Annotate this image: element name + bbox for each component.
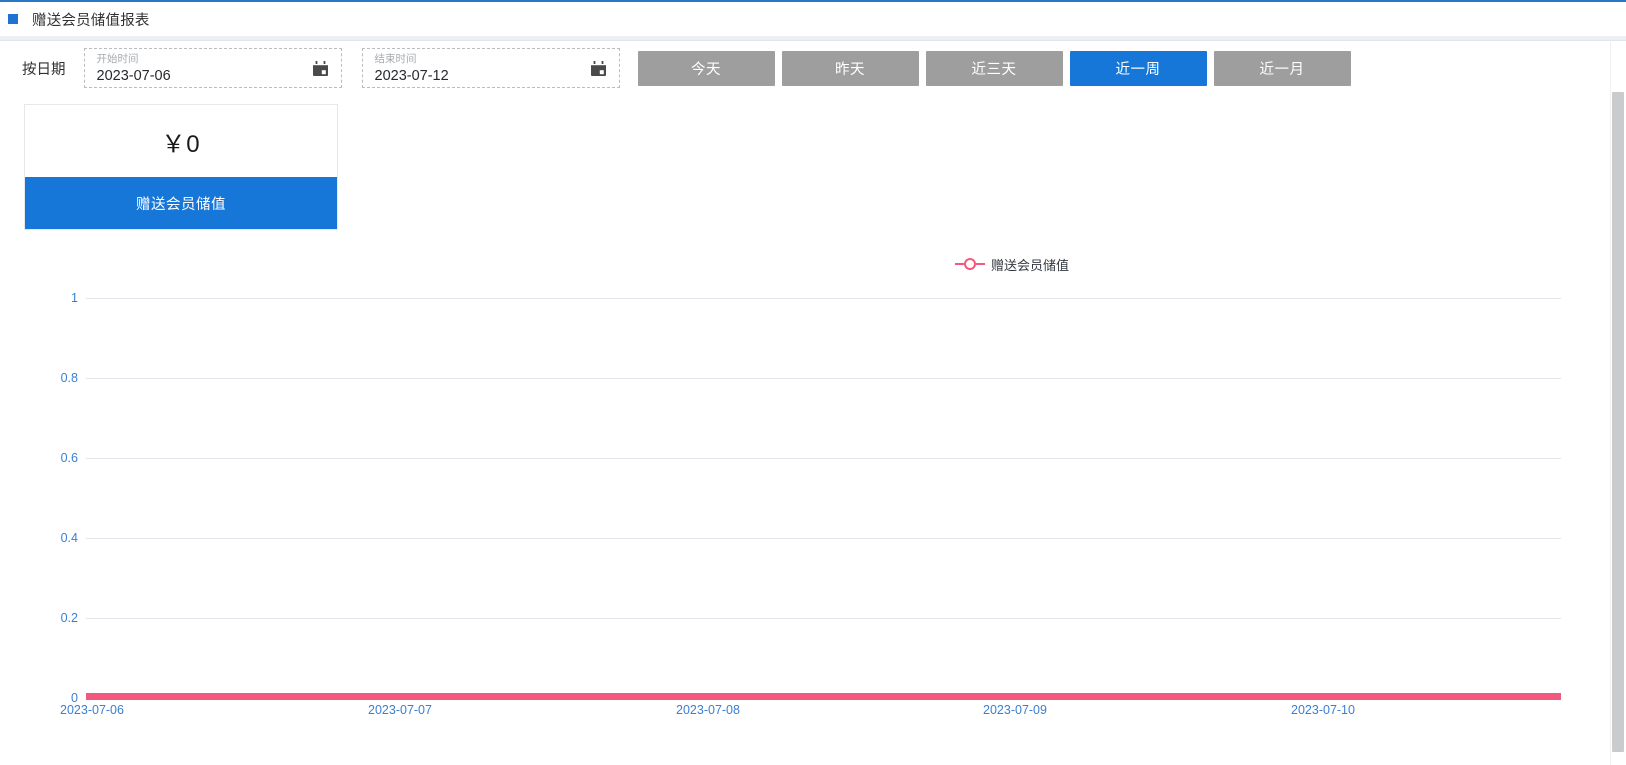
calendar-icon[interactable] (590, 60, 607, 77)
stat-card-value: ￥0 (161, 130, 201, 158)
calendar-icon[interactable] (312, 60, 329, 77)
range-button-last-week[interactable]: 近一周 (1069, 50, 1207, 86)
start-date-value: 2023-07-06 (96, 68, 171, 84)
page-title: 赠送会员储值报表 (32, 12, 150, 29)
gridline (86, 298, 1561, 299)
end-date-value: 2023-07-12 (374, 68, 449, 84)
gridline (86, 538, 1561, 539)
end-date-placeholder: 结束时间 (374, 53, 417, 65)
range-button-today[interactable]: 今天 (637, 50, 775, 86)
y-axis-tick: 0.8 (60, 371, 78, 385)
filter-label: 按日期 (22, 61, 66, 78)
x-axis-tick: 2023-07-10 (1291, 703, 1355, 717)
x-axis-tick: 2023-07-09 (983, 703, 1047, 717)
title-separator (0, 36, 1626, 41)
y-axis-tick: 1 (71, 291, 78, 305)
report-page: 赠送会员储值报表 按日期 开始时间 2023-07-06 结束时间 2023-0… (0, 0, 1626, 765)
end-date-field[interactable]: 结束时间 2023-07-12 (361, 48, 620, 88)
y-axis-tick: 0.6 (60, 451, 78, 465)
stat-card-top: ￥0 (25, 105, 337, 177)
chart-container: 赠送会员储值 1 0.8 0.6 0.4 0.2 0 2023-07-06 20… (0, 238, 1600, 738)
range-button-last-3-days[interactable]: 近三天 (925, 50, 1063, 86)
stat-card-member-gift-balance[interactable]: ￥0 赠送会员储值 (24, 104, 338, 230)
filter-bar: 按日期 开始时间 2023-07-06 结束时间 2023-07-12 今天 昨… (0, 42, 1626, 94)
blue-square-icon (8, 14, 18, 24)
range-button-yesterday[interactable]: 昨天 (781, 50, 919, 86)
gridline (86, 618, 1561, 619)
x-axis-tick: 2023-07-06 (60, 703, 124, 717)
chart-plot-area: 1 0.8 0.6 0.4 0.2 0 2023-07-06 2023-07-0… (0, 238, 1600, 738)
range-button-group: 今天 昨天 近三天 近一周 近一月 (637, 50, 1358, 86)
y-axis-tick: 0.2 (60, 611, 78, 625)
start-date-placeholder: 开始时间 (96, 53, 139, 65)
y-axis-tick: 0.4 (60, 531, 78, 545)
window-title-bar: 赠送会员储值报表 (0, 0, 1626, 36)
gridline (86, 378, 1561, 379)
start-date-field[interactable]: 开始时间 2023-07-06 (83, 48, 342, 88)
vertical-scrollbar-track[interactable] (1610, 42, 1626, 765)
vertical-scrollbar-thumb[interactable] (1612, 92, 1624, 752)
series-line-member-gift-balance (86, 693, 1561, 700)
x-axis-tick: 2023-07-07 (368, 703, 432, 717)
x-axis-tick: 2023-07-08 (676, 703, 740, 717)
gridline (86, 458, 1561, 459)
stat-card-footer[interactable]: 赠送会员储值 (25, 177, 337, 229)
range-button-last-month[interactable]: 近一月 (1213, 50, 1351, 86)
